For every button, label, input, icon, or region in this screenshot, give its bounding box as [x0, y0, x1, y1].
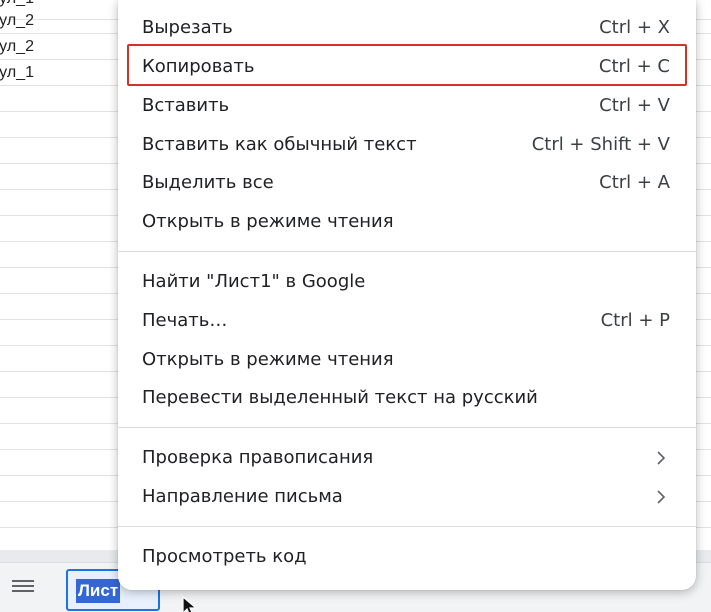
menu-item-label: Открыть в режиме чтения	[142, 349, 394, 370]
menu-item-label: Перевести выделенный текст на русский	[142, 387, 538, 408]
menu-item-shortcut: Ctrl + X	[599, 17, 670, 38]
menu-item-reading-mode-2[interactable]: Открыть в режиме чтения	[118, 341, 696, 377]
menu-item-label: Найти "Лист1" в Google	[142, 271, 366, 292]
menu-separator	[118, 251, 696, 252]
menu-item-copy[interactable]: Копировать Ctrl + C	[118, 44, 696, 86]
menu-item-label: Вставить как обычный текст	[142, 134, 417, 155]
cell-value[interactable]: кул_2	[0, 38, 34, 56]
menu-item-shortcut: Ctrl + V	[599, 95, 670, 116]
menu-item-label: Открыть в режиме чтения	[142, 211, 394, 232]
menu-item-shortcut: Ctrl + A	[599, 172, 670, 193]
menu-separator	[118, 526, 696, 527]
chevron-right-icon	[657, 451, 666, 465]
menu-item-writing-direction[interactable]: Направление письма	[118, 478, 696, 514]
context-menu: Вырезать Ctrl + X Копировать Ctrl + C Вс…	[118, 0, 696, 590]
menu-item-label: Вырезать	[142, 17, 233, 38]
menu-separator	[118, 427, 696, 428]
hamburger-icon[interactable]	[12, 577, 34, 597]
menu-item-paste[interactable]: Вставить Ctrl + V	[118, 87, 696, 123]
menu-item-label: Печать…	[142, 310, 228, 331]
sheet-tab-label[interactable]: Лист	[76, 579, 121, 603]
mouse-cursor-icon	[182, 596, 198, 612]
menu-item-spellcheck[interactable]: Проверка правописания	[118, 439, 696, 475]
menu-item-print[interactable]: Печать… Ctrl + P	[118, 302, 696, 338]
menu-item-label: Проверка правописания	[142, 447, 374, 468]
menu-item-label: Выделить все	[142, 172, 274, 193]
menu-item-paste-plain[interactable]: Вставить как обычный текст Ctrl + Shift …	[118, 126, 696, 162]
menu-item-label: Копировать	[142, 56, 255, 77]
menu-item-search-google[interactable]: Найти "Лист1" в Google	[118, 263, 696, 299]
menu-item-label: Просмотреть код	[142, 546, 307, 567]
menu-item-cut[interactable]: Вырезать Ctrl + X	[118, 9, 696, 45]
menu-item-label: Направление письма	[142, 486, 343, 507]
menu-item-inspect[interactable]: Просмотреть код	[118, 538, 696, 574]
menu-item-translate[interactable]: Перевести выделенный текст на русский	[118, 379, 696, 415]
menu-item-reading-mode[interactable]: Открыть в режиме чтения	[118, 203, 696, 239]
menu-item-select-all[interactable]: Выделить все Ctrl + A	[118, 164, 696, 200]
cell-value[interactable]: кул_2	[0, 12, 34, 30]
menu-item-label: Вставить	[142, 95, 230, 116]
cell-value[interactable]: кул_1	[0, 0, 34, 8]
menu-item-shortcut: Ctrl + Shift + V	[531, 134, 670, 155]
menu-item-shortcut: Ctrl + C	[598, 56, 670, 77]
cell-value[interactable]: кул_1	[0, 64, 34, 82]
chevron-right-icon	[657, 490, 666, 504]
menu-item-shortcut: Ctrl + P	[600, 310, 670, 331]
